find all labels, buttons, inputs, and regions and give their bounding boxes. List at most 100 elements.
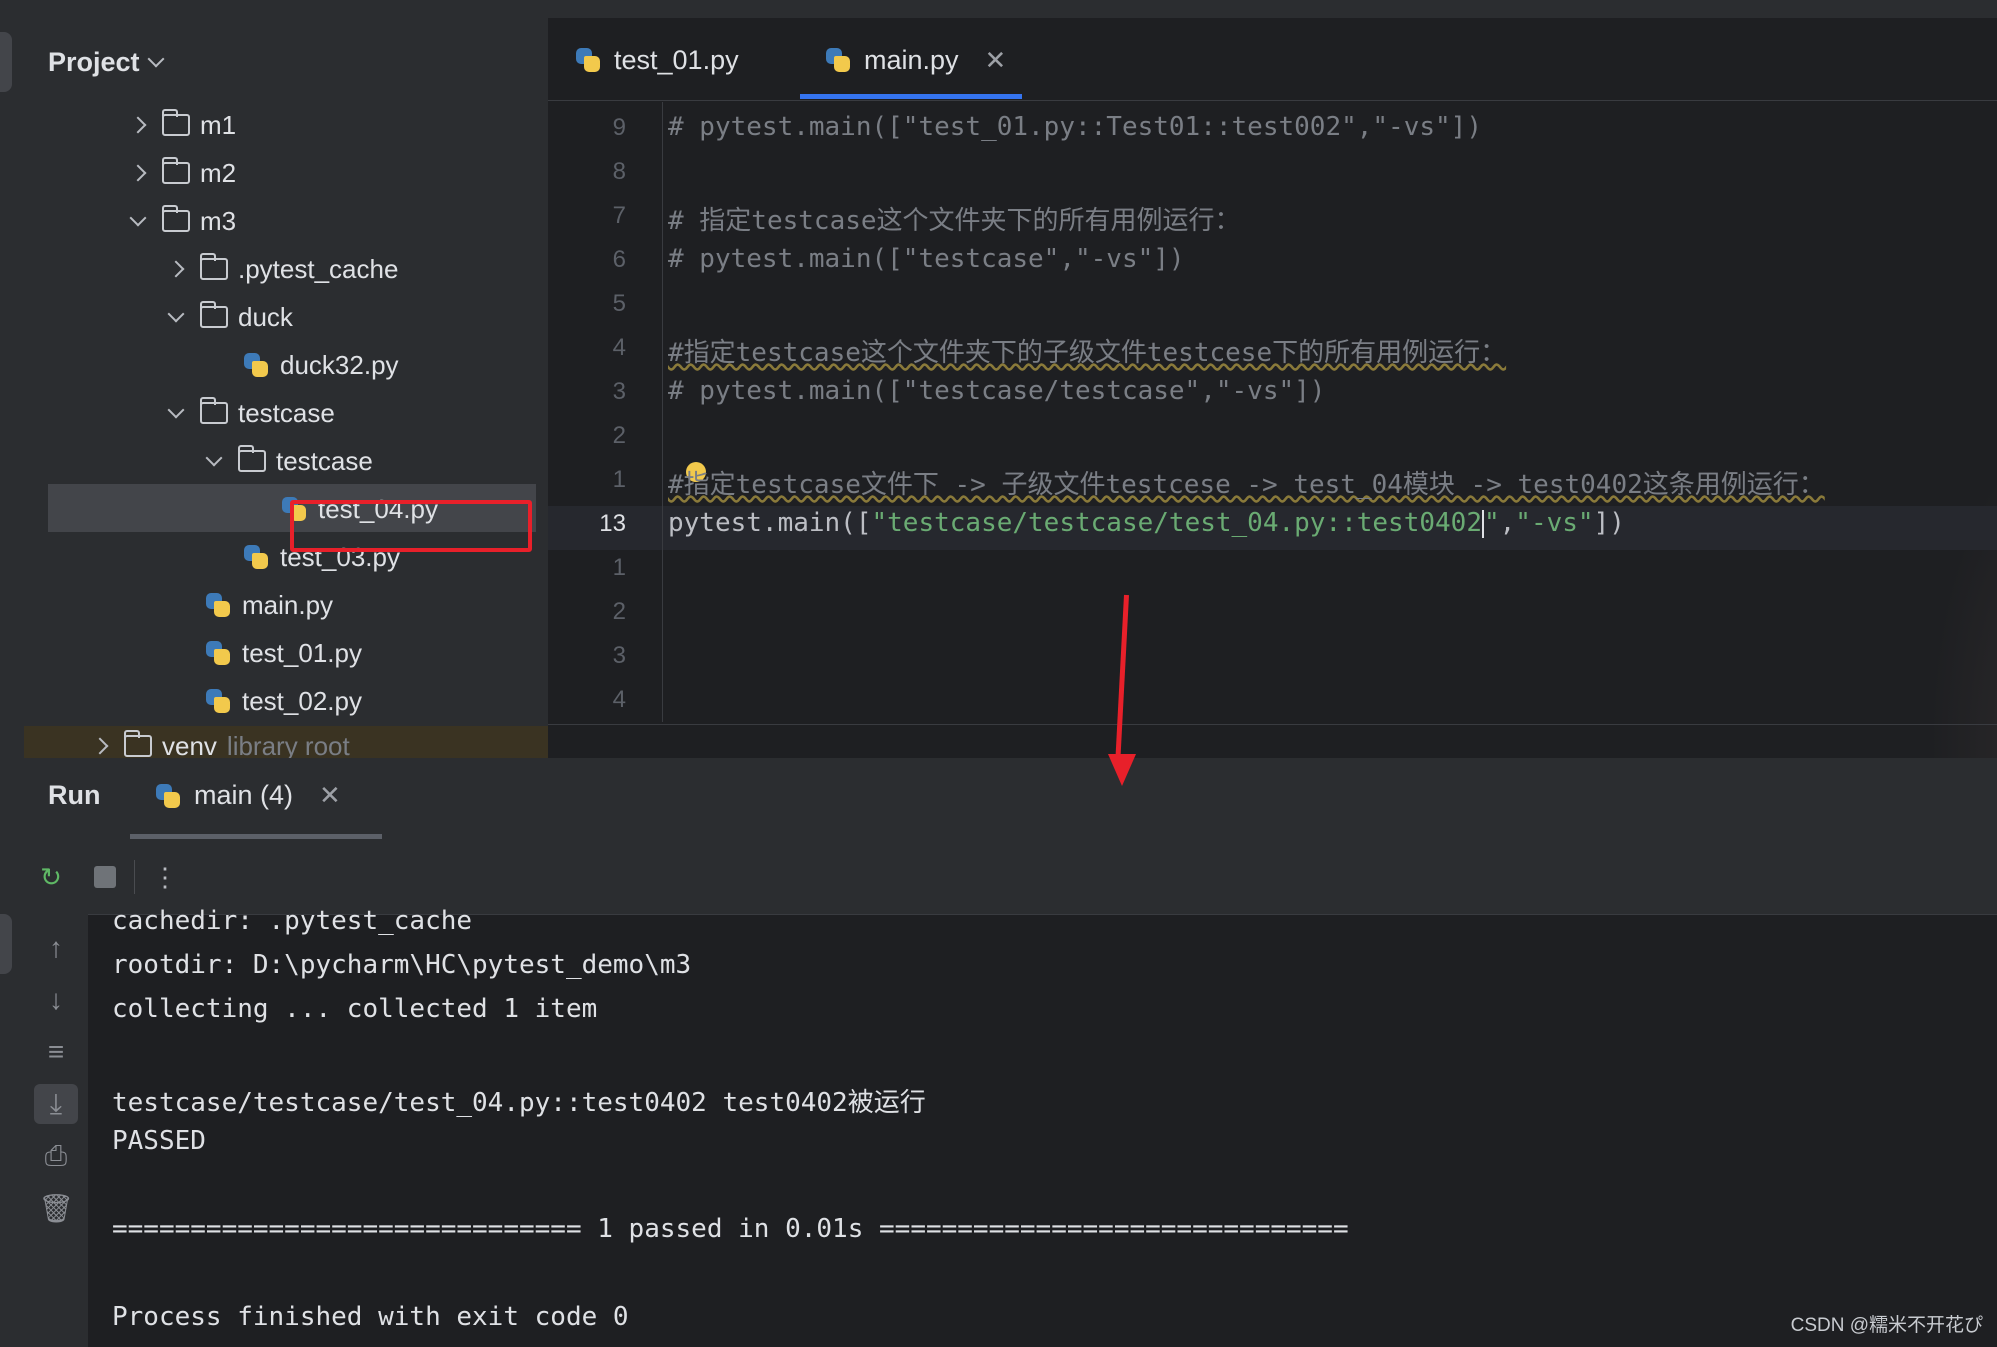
tree-item-main[interactable]: main.py (204, 582, 333, 628)
scroll-to-end-icon[interactable]: ⤓ (34, 1084, 78, 1124)
code-line[interactable]: #指定testcase文件下 -> 子级文件testcese -> test_0… (668, 464, 1825, 501)
gutter-divider (662, 102, 663, 722)
console-line: PASSED (112, 1126, 206, 1156)
chevron-right-icon[interactable] (129, 164, 147, 182)
folder-icon (162, 109, 190, 136)
chevron-right-icon[interactable] (91, 737, 109, 755)
tree-item-test01[interactable]: test_01.py (204, 630, 362, 676)
venv-label: venv (162, 730, 217, 759)
code-token: , (1499, 508, 1516, 538)
close-icon[interactable]: ✕ (985, 45, 1007, 76)
run-title: Run (48, 780, 101, 810)
tree-item-label: duck (238, 301, 293, 332)
watermark: CSDN @糯米不开花ぴ (1790, 1315, 1983, 1336)
code-line[interactable]: # pytest.main(["testcase","-vs"]) (668, 244, 1185, 274)
line-number: 9 (612, 114, 626, 141)
window-top-bar (0, 0, 1997, 18)
tab-label: test_01.py (614, 44, 739, 75)
python-file-icon (242, 351, 270, 379)
more-options-icon[interactable]: ⋮ (148, 860, 182, 894)
python-file-icon (824, 46, 852, 74)
tree-item-label: test_01.py (242, 637, 362, 668)
scroll-up-icon[interactable]: ↑ (34, 928, 78, 968)
soft-wrap-icon[interactable]: ≡ (34, 1032, 78, 1072)
run-tab-label: main (4) (194, 780, 294, 810)
chevron-down-icon[interactable] (167, 305, 185, 323)
folder-icon (200, 253, 228, 280)
line-number: 6 (612, 246, 626, 273)
line-number: 2 (612, 422, 626, 449)
python-file-icon (574, 46, 602, 74)
code-line-current[interactable]: pytest.main(["testcase/testcase/test_04.… (668, 508, 1625, 538)
line-number: 3 (612, 378, 626, 405)
python-file-icon (204, 639, 232, 667)
close-icon[interactable]: ✕ (319, 780, 341, 811)
venv-suffix: library root (226, 730, 350, 759)
line-number: 1 (612, 554, 626, 581)
annotation-arrow-head (1108, 754, 1136, 786)
tree-item-test02[interactable]: test_02.py (204, 678, 362, 724)
code-line[interactable]: # pytest.main(["test_01.py::Test01::test… (668, 112, 1482, 142)
code-line[interactable]: # 指定testcase这个文件夹下的所有用例运行： (668, 200, 1241, 237)
tree-item-label: m1 (200, 109, 237, 140)
code-line[interactable]: # pytest.main(["testcase/testcase","-vs"… (668, 376, 1325, 406)
rerun-icon[interactable]: ↻ (34, 860, 68, 894)
project-title: Project (48, 46, 140, 77)
python-file-icon (204, 591, 232, 619)
tree-item-testcase-sub[interactable]: testcase (205, 438, 373, 484)
active-tab-indicator (800, 94, 1022, 99)
folder-icon (162, 205, 190, 232)
chevron-down-icon[interactable] (205, 449, 223, 467)
console-line: testcase/testcase/test_04.py::test0402 t… (112, 1088, 926, 1118)
project-header[interactable]: Project (48, 42, 165, 82)
tab-test-01[interactable]: test_01.py (574, 40, 739, 80)
line-number: 4 (612, 686, 626, 713)
tree-item-venv[interactable]: venv library root (24, 726, 548, 758)
code-string: "testcase/testcase/test_04.py::test0402 (871, 508, 1482, 538)
toolbar-divider (134, 860, 135, 894)
stop-icon[interactable] (88, 860, 122, 894)
tree-item-duck[interactable]: duck (167, 294, 293, 340)
folder-icon (200, 301, 228, 328)
tree-item-label: duck32.py (280, 349, 399, 380)
editor-tab-bar: test_01.py main.py ✕ (548, 18, 1997, 101)
tab-main[interactable]: main.py ✕ (824, 40, 1006, 80)
background-illustration (1928, 418, 1997, 758)
project-panel: Project m1 m2 m3 .pytest_cache duck duck… (24, 18, 548, 758)
tree-item-label: .pytest_cache (238, 253, 399, 284)
tree-item-duck32[interactable]: duck32.py (242, 342, 399, 388)
line-number: 1 (612, 466, 626, 493)
tree-item-label: test_02.py (242, 685, 362, 716)
line-number-current: 13 (599, 510, 626, 537)
tree-item-pytest-cache[interactable]: .pytest_cache (167, 246, 399, 292)
scroll-down-icon[interactable]: ↓ (34, 980, 78, 1020)
run-tab-indicator (130, 834, 382, 839)
tree-item-m3[interactable]: m3 (129, 198, 237, 244)
code-editor: test_01.py main.py ✕ 9 8 7 6 5 4 3 2 1 1… (548, 18, 1997, 758)
line-number: 4 (612, 334, 626, 361)
tree-item-testcase[interactable]: testcase (167, 390, 335, 436)
chevron-right-icon[interactable] (167, 260, 185, 278)
chevron-down-icon[interactable] (129, 209, 147, 227)
run-tool-tab[interactable] (0, 914, 12, 974)
folder-icon (162, 157, 190, 184)
line-number: 7 (612, 202, 626, 229)
folder-icon (124, 730, 152, 757)
run-toolbar: ↻ ⋮ (24, 840, 1997, 915)
trash-icon[interactable]: 🗑 (34, 1188, 78, 1228)
run-tab-main[interactable]: main (4) ✕ (154, 780, 341, 811)
tree-item-label: m3 (200, 205, 237, 236)
folder-icon (200, 397, 228, 424)
tree-item-m2[interactable]: m2 (129, 150, 236, 196)
console-line: collecting ... collected 1 item (112, 994, 598, 1024)
python-file-icon (242, 543, 270, 571)
tree-item-m1[interactable]: m1 (129, 102, 237, 148)
print-icon[interactable]: ⎙ (34, 1136, 78, 1176)
chevron-down-icon[interactable] (167, 401, 185, 419)
console-line: ============================== 1 passed … (112, 1214, 1349, 1244)
project-tool-tab[interactable] (0, 32, 12, 92)
chevron-right-icon[interactable] (129, 116, 147, 134)
code-token: pytest.main([ (668, 508, 872, 538)
code-string: " (1483, 508, 1500, 538)
code-line[interactable]: #指定testcase这个文件夹下的子级文件testcese下的所有用例运行： (668, 332, 1506, 369)
